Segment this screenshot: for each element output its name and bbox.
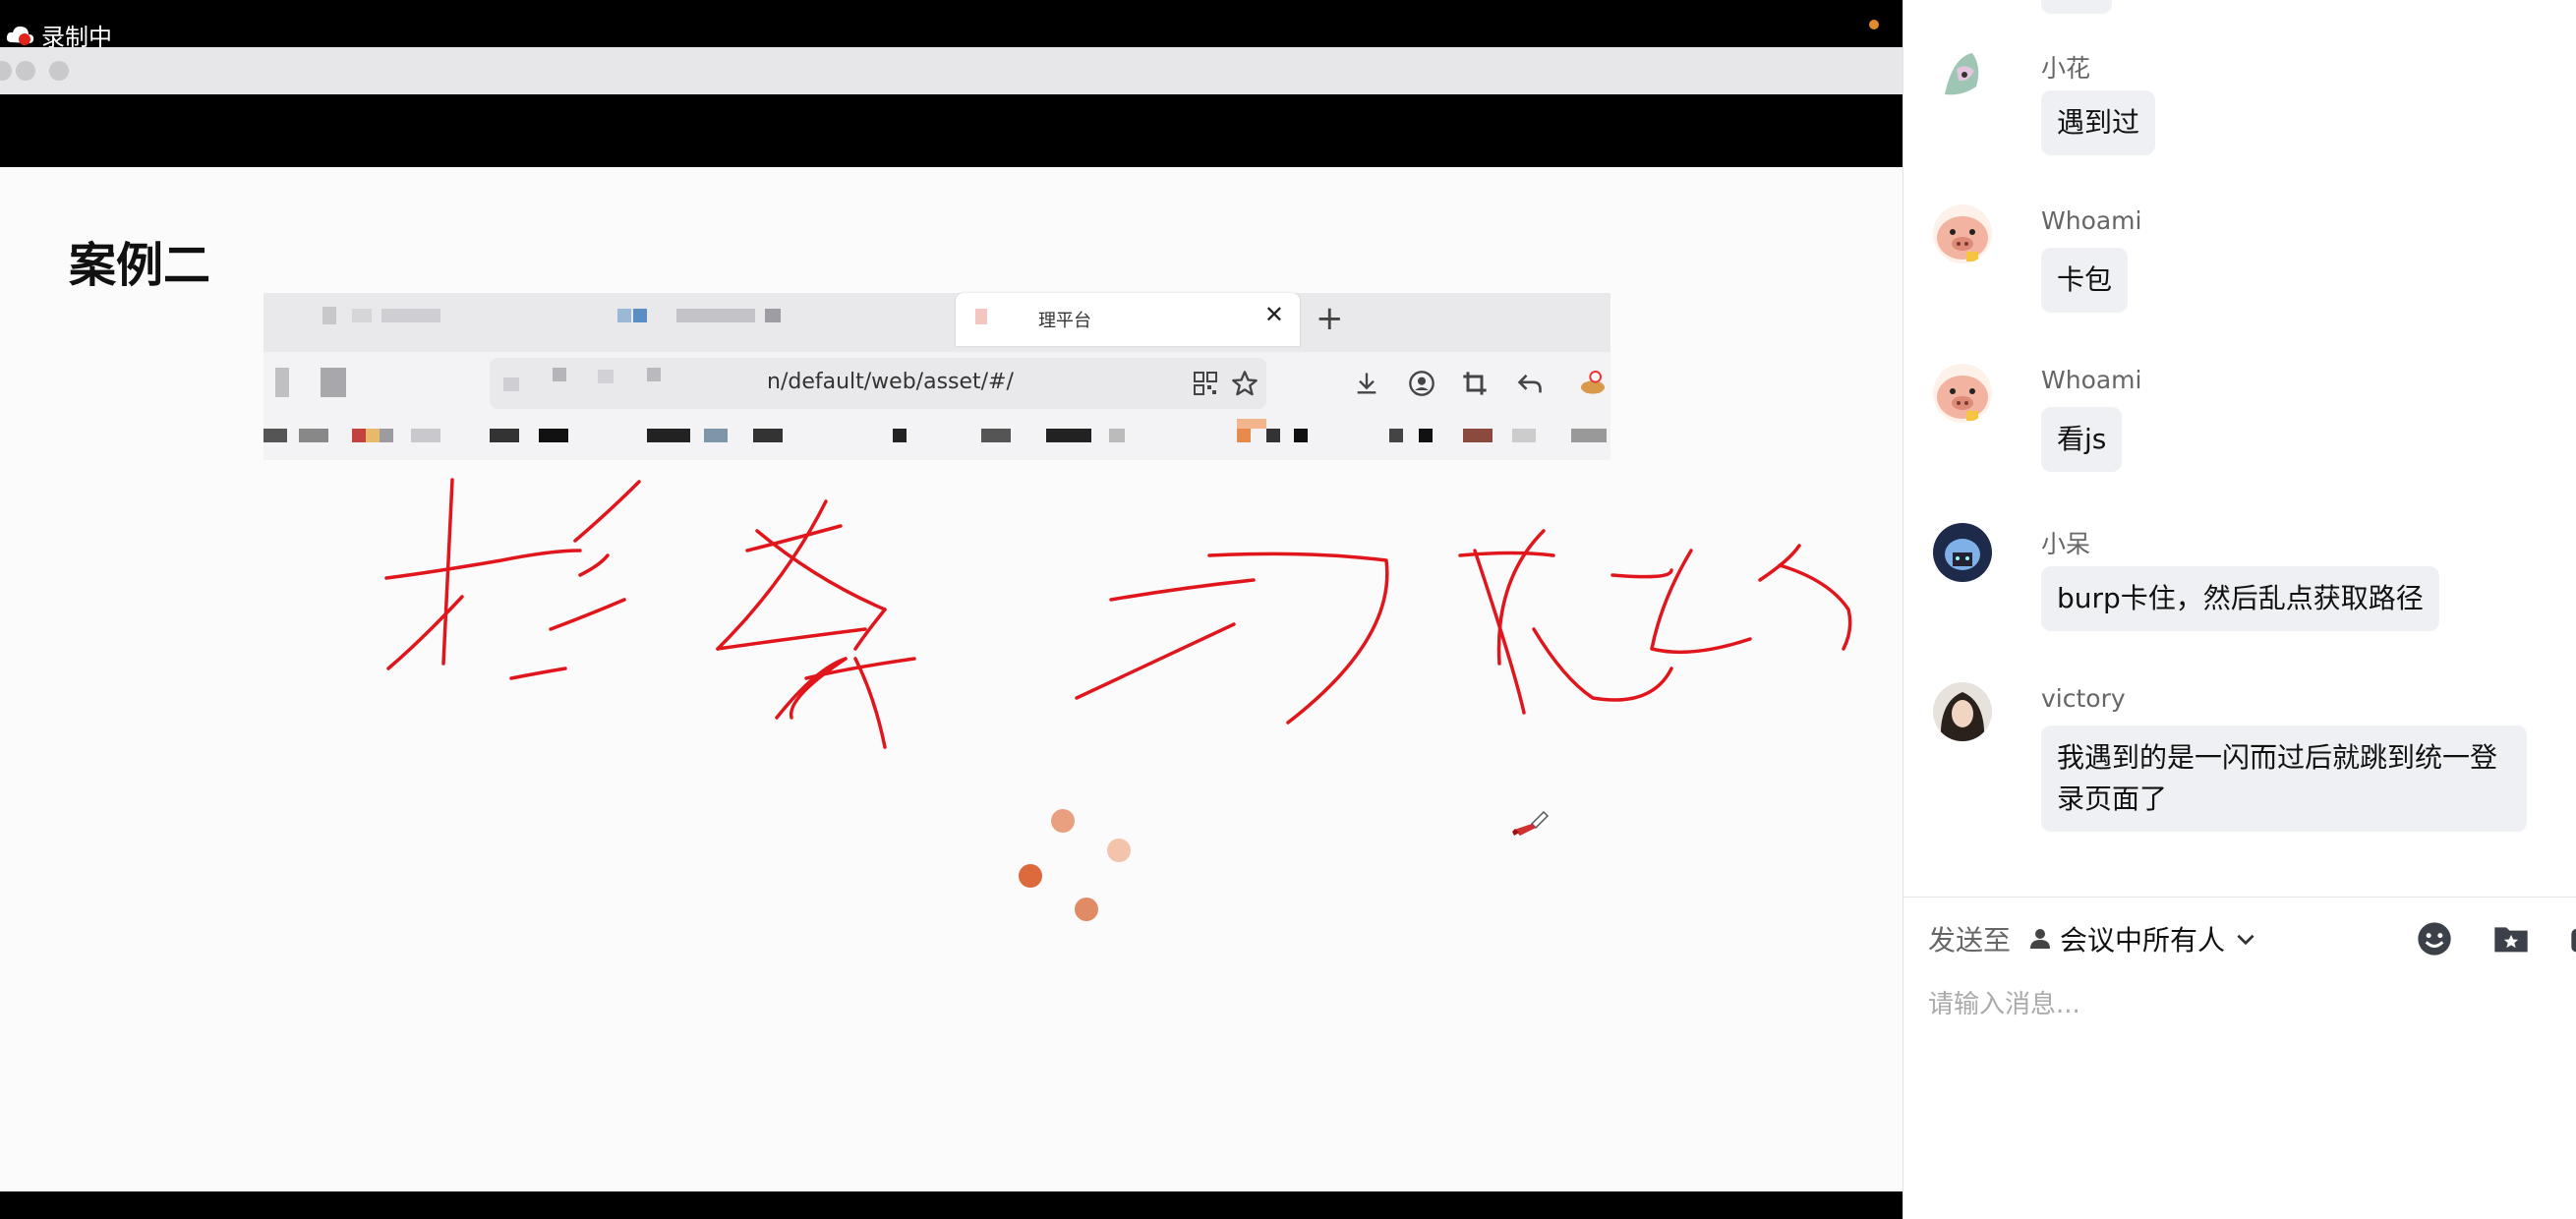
avatar — [1933, 204, 1992, 263]
message-line: 录页面了 — [2057, 783, 2168, 815]
recipient-select[interactable]: 会议中所有人 — [2028, 919, 2258, 958]
message-bubble: 遇到过 — [2041, 90, 2156, 155]
message-sender: 小花 — [2041, 54, 2091, 83]
avatar — [1933, 47, 1992, 106]
handwritten-annotation — [384, 478, 1852, 749]
message-sender: 小呆 — [2041, 530, 2091, 558]
presentation-slide: 案例二 理平台 ✕ + n/default/web/asset/#/ — [0, 167, 1903, 1191]
send-to-row: 发送至 会议中所有人 — [1928, 919, 2258, 958]
message-bubble: burp卡住，然后乱点获取路径 — [2041, 566, 2439, 631]
avatar — [1933, 682, 1992, 741]
message-input[interactable] — [1928, 983, 2538, 1026]
shared-window-titlebar — [0, 47, 1903, 94]
letterbox-bottom — [0, 1191, 1903, 1219]
window-minimize-dot[interactable] — [16, 61, 35, 81]
recording-cloud-icon — [6, 26, 34, 45]
message-sender: Whoami — [2041, 206, 2142, 235]
message-bubble: 我遇到的是一闪而过后就跳到统一登 录页面了 — [2041, 726, 2527, 832]
loading-spinner — [1019, 809, 1131, 921]
message-bubble: 看js — [2041, 407, 2123, 472]
chat-panel: 小花 遇到过 Whoami 卡包 Whoami 看js 小呆 burp卡住，然后… — [1903, 0, 2576, 1219]
composer-toolbar — [2415, 919, 2576, 958]
shared-screen: 录制中 案例二 理平台 ✕ + n/default/web/asset/#/ — [0, 0, 1903, 1219]
folder-star-icon[interactable] — [2491, 919, 2531, 958]
recipient-label: 会议中所有人 — [2060, 924, 2226, 957]
emoji-icon[interactable] — [2415, 919, 2454, 958]
message-bubble: 卡包 — [2041, 248, 2129, 313]
chat-bubble-partial — [2041, 0, 2112, 14]
person-icon — [2030, 929, 2051, 949]
message-sender: victory — [2041, 684, 2126, 713]
more-tools-icon[interactable] — [2568, 919, 2576, 958]
avatar — [1933, 364, 1992, 423]
chevron-down-icon — [2237, 934, 2254, 946]
pen-cursor-icon — [1512, 810, 1550, 836]
message-line: 我遇到的是一闪而过后就跳到统一登 — [2057, 741, 2498, 774]
message-sender: Whoami — [2041, 366, 2142, 394]
composer-divider — [1903, 897, 2576, 898]
annotation-layer — [384, 478, 1852, 921]
send-to-label: 发送至 — [1928, 924, 2012, 957]
avatar — [1933, 523, 1992, 582]
recording-bar: 录制中 — [0, 0, 1903, 51]
status-dot — [1869, 20, 1879, 29]
letterbox-top — [0, 94, 1903, 167]
window-maximize-dot[interactable] — [49, 61, 69, 81]
window-close-dot[interactable] — [0, 61, 12, 81]
